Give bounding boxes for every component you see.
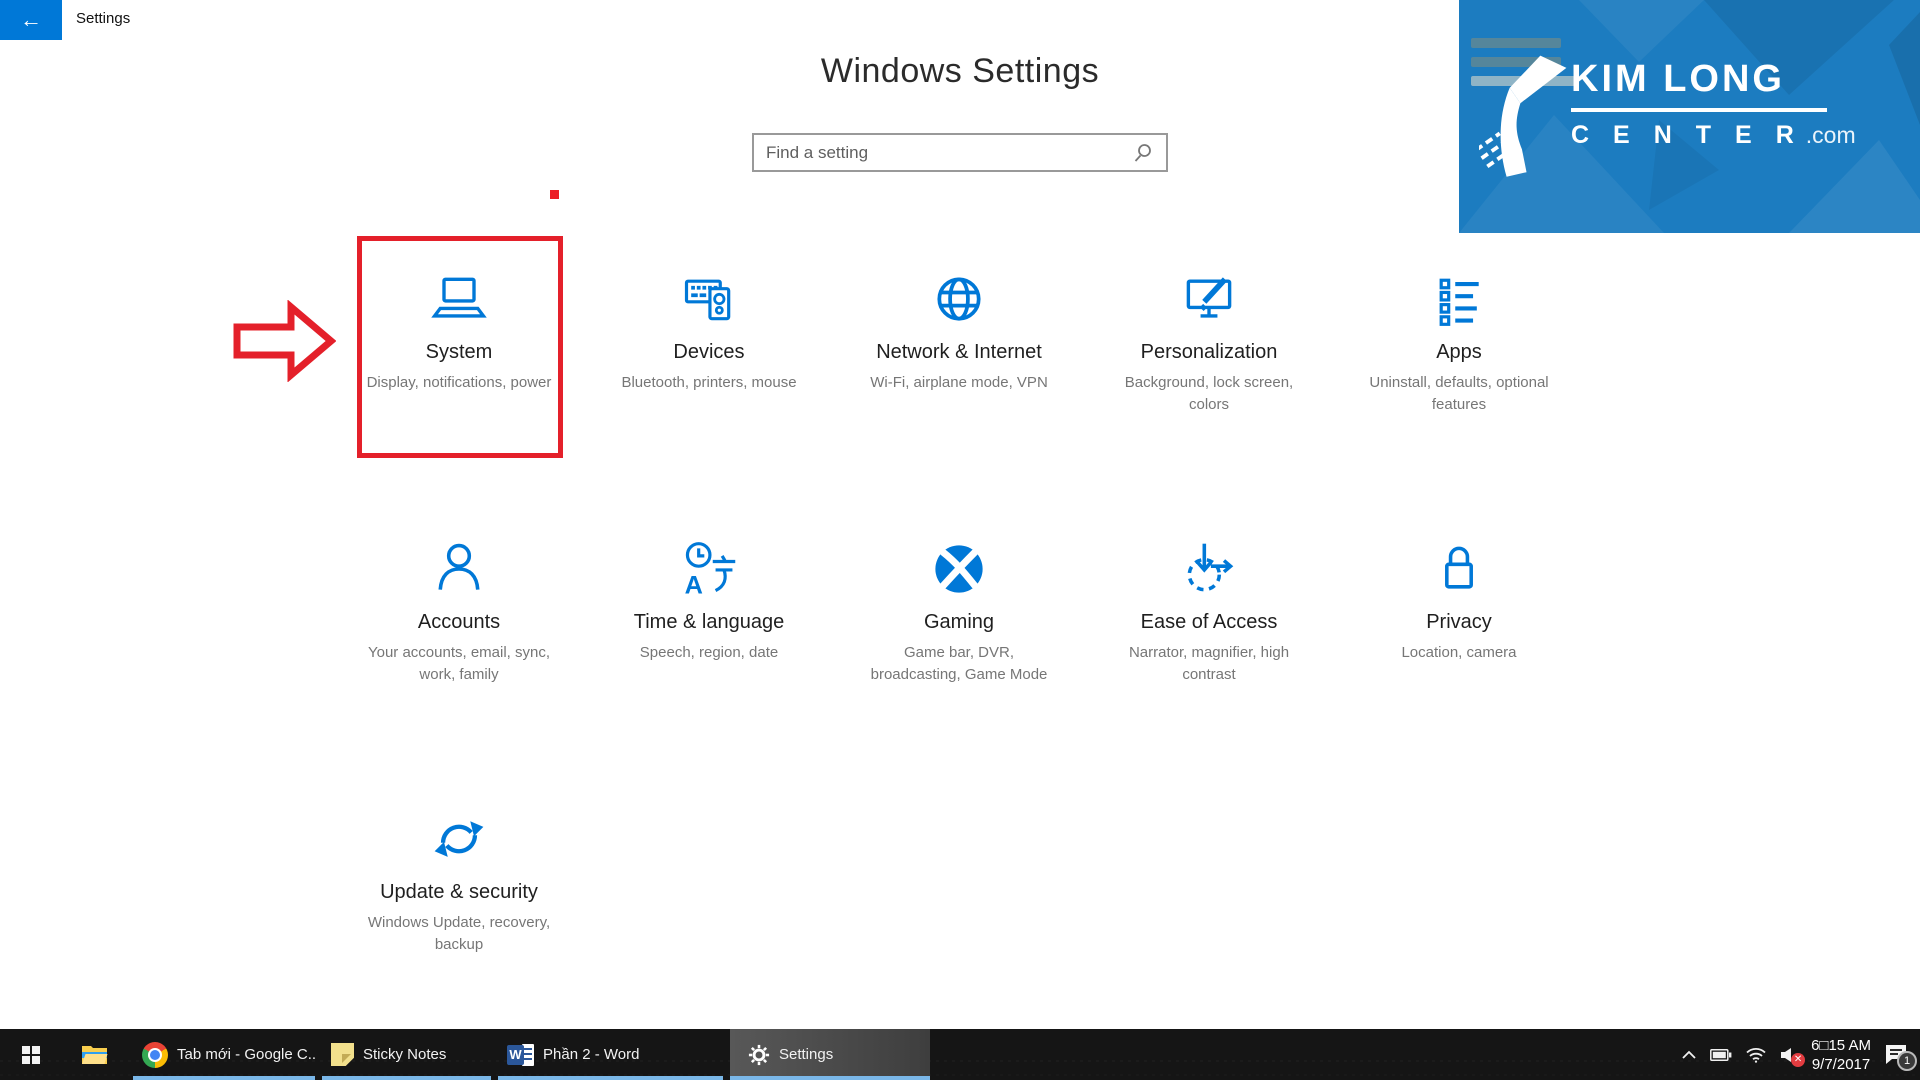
xbox-icon [927,537,991,601]
tile-title: Apps [1436,341,1482,364]
tile-desc: Location, camera [1401,642,1516,664]
start-button[interactable] [10,1029,52,1080]
gear-icon [748,1044,770,1066]
taskbar-button-label: Phần 2 - Word [543,1046,639,1063]
taskbar-clock[interactable]: 6□15 AM 9/7/2017 [1811,1036,1871,1074]
tray-chevron-up-icon[interactable] [1681,1050,1697,1060]
annotation-dot [550,190,559,199]
brand-divider [1571,108,1827,112]
tile-ease-of-access[interactable]: Ease of Access Narrator, magnifier, high… [1084,507,1334,742]
brand-line-bottom: CENTER [1571,121,1818,150]
tile-network[interactable]: Network & Internet Wi-Fi, airplane mode,… [834,237,1084,472]
tile-title: Update & security [380,881,538,904]
file-explorer-icon [81,1043,108,1066]
list-icon [1427,267,1491,331]
display-brush-icon [1177,267,1241,331]
kimlong-brand-text: KIM LONG CENTER .com [1571,58,1856,150]
wifi-icon[interactable] [1745,1047,1767,1063]
clock-language-icon: A [677,537,741,601]
ease-of-access-icon [1177,537,1241,601]
devices-icon [677,267,741,331]
laptop-icon [427,267,491,331]
notification-count-badge: 1 [1897,1051,1917,1071]
taskbar: Tab mới - Google C... Sticky Notes W Phầ… [0,1029,1920,1080]
search-box[interactable] [752,133,1168,172]
tile-desc: Wi-Fi, airplane mode, VPN [870,372,1048,394]
sticky-notes-icon [331,1043,354,1066]
action-center-icon[interactable]: 1 [1884,1044,1908,1065]
tile-privacy[interactable]: Privacy Location, camera [1334,507,1584,742]
taskbar-button-label: Sticky Notes [363,1046,446,1063]
running-indicator [133,1076,315,1080]
globe-icon [927,267,991,331]
back-button[interactable]: ← [0,0,62,40]
volume-muted-icon[interactable]: ✕ [1780,1047,1798,1063]
svg-text:A: A [685,571,703,599]
tile-title: Gaming [924,611,994,634]
window-title: Settings [76,10,130,27]
tile-accounts[interactable]: Accounts Your accounts, email, sync, wor… [334,507,584,742]
tile-personalization[interactable]: Personalization Background, lock screen,… [1084,237,1334,472]
tile-desc: Narrator, magnifier, high contrast [1111,642,1307,686]
volume-muted-x-badge: ✕ [1791,1053,1805,1067]
sync-icon [427,807,491,871]
kimlong-watermark: KIM LONG CENTER .com [1459,0,1920,233]
battery-icon[interactable] [1710,1049,1732,1061]
clock-date: 9/7/2017 [1811,1055,1871,1074]
taskbar-button-sticky-notes[interactable]: Sticky Notes [322,1029,491,1080]
word-icon: W [507,1044,534,1066]
search-icon[interactable] [1132,142,1154,164]
windows-logo-icon [22,1046,40,1064]
settings-window: ← Settings Windows Settings System Displ… [0,0,1920,1080]
clock-time: 6□15 AM [1811,1036,1871,1055]
tile-desc: Game bar, DVR, broadcasting, Game Mode [861,642,1057,686]
taskbar-button-label: Settings [779,1046,833,1063]
tile-update-security[interactable]: Update & security Windows Update, recove… [334,777,584,1012]
brand-line-top: KIM LONG [1571,58,1856,101]
tile-desc: Uninstall, defaults, optional features [1361,372,1557,416]
person-icon [427,537,491,601]
tile-desc: Background, lock screen, colors [1111,372,1307,416]
search-input[interactable] [754,143,1132,163]
tile-system[interactable]: System Display, notifications, power [334,237,584,472]
file-explorer-button[interactable] [72,1029,116,1080]
tile-desc: Bluetooth, printers, mouse [621,372,796,394]
running-indicator [498,1076,723,1080]
tile-desc: Your accounts, email, sync, work, family [361,642,557,686]
tile-desc: Windows Update, recovery, backup [361,912,557,956]
chrome-icon [142,1042,168,1068]
tile-title: Personalization [1141,341,1278,364]
tile-title: Accounts [418,611,500,634]
tile-title: Network & Internet [876,341,1042,364]
taskbar-button-settings[interactable]: Settings [730,1029,930,1080]
tile-title: Time & language [634,611,784,634]
tile-title: Devices [673,341,744,364]
system-tray: ✕ 6□15 AM 9/7/2017 1 [1681,1029,1908,1080]
settings-tile-grid: System Display, notifications, power [334,237,1586,1047]
tile-title: Ease of Access [1141,611,1278,634]
tile-desc: Speech, region, date [640,642,778,664]
back-arrow-icon: ← [20,7,42,33]
tile-devices[interactable]: Devices Bluetooth, printers, mouse [584,237,834,472]
taskbar-button-label: Tab mới - Google C... [177,1046,315,1063]
tile-desc: Display, notifications, power [367,372,552,394]
banner-bar [1471,38,1561,48]
tile-title: System [426,341,493,364]
taskbar-button-word[interactable]: W Phần 2 - Word [498,1029,723,1080]
running-indicator [322,1076,491,1080]
lock-icon [1427,537,1491,601]
kimlong-logo-mark [1479,52,1571,187]
tile-gaming[interactable]: Gaming Game bar, DVR, broadcasting, Game… [834,507,1084,742]
tile-time-language[interactable]: A Time & language Speech, region, date [584,507,834,742]
annotation-arrow-icon [232,300,336,387]
brand-suffix: .com [1806,122,1856,149]
running-indicator [730,1076,930,1080]
tile-apps[interactable]: Apps Uninstall, defaults, optional featu… [1334,237,1584,472]
taskbar-button-chrome[interactable]: Tab mới - Google C... [133,1029,315,1080]
tile-title: Privacy [1426,611,1492,634]
